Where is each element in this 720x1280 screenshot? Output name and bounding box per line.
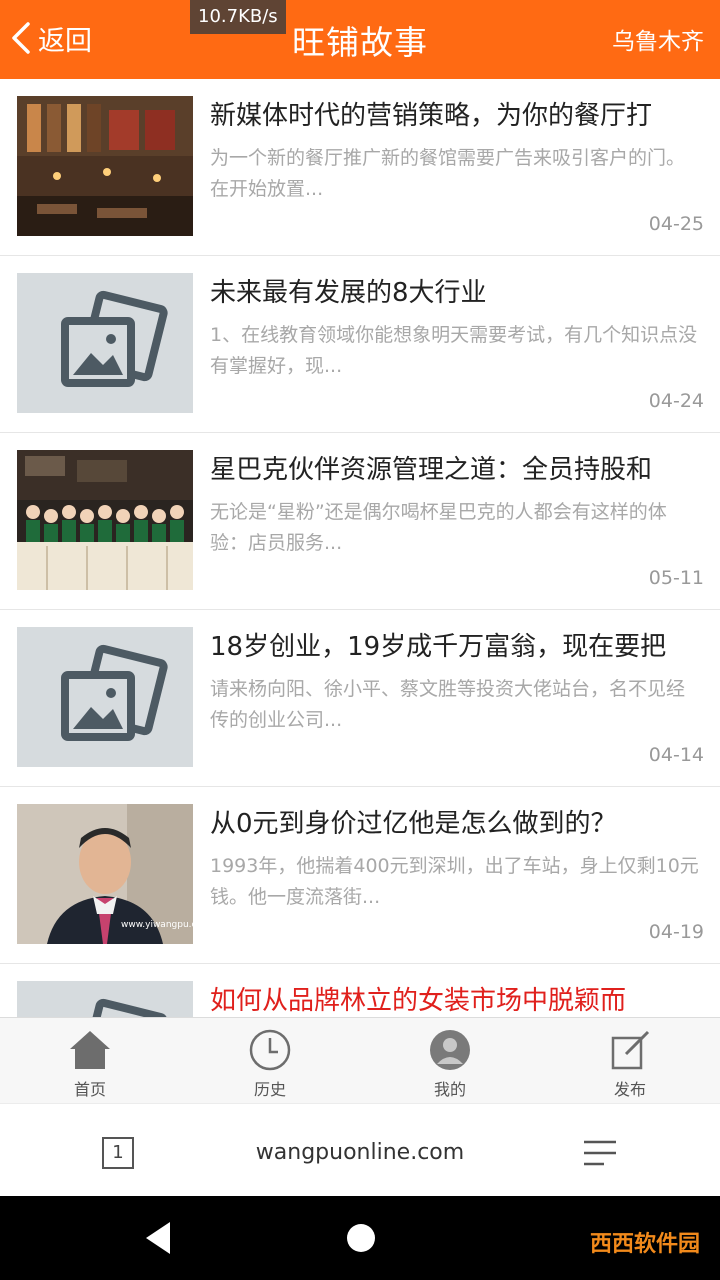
image-caption: www.yiwangpu.com	[121, 920, 193, 930]
clock-icon	[249, 1029, 291, 1071]
article-title: 星巴克伙伴资源管理之道：全员持股和	[210, 455, 653, 485]
tab-label: 历史	[253, 1080, 286, 1099]
edit-icon	[611, 1030, 650, 1070]
tab-label: 首页	[73, 1080, 106, 1099]
article-list: 新媒体时代的营销策略，为你的餐厅打 为一个新的餐厅推广新的餐馆需要广告来吸引客户…	[0, 79, 720, 1017]
tab-publish[interactable]: 发布	[540, 1018, 720, 1104]
system-nav-bar: 西西软件园	[0, 1196, 720, 1280]
restaurant-thumbnail	[17, 96, 193, 236]
tab-home[interactable]: 首页	[0, 1018, 180, 1104]
list-item[interactable]: 18岁创业，19岁成千万富翁，现在要把 请来杨向阳、徐小平、蔡文胜等投资大佬站台…	[0, 610, 720, 787]
article-summary: 为一个新的餐厅推广新的餐馆需要广告来吸引客户的门。在开始放置...	[210, 147, 686, 200]
tab-mine[interactable]: 我的	[360, 1018, 540, 1104]
bottom-tab-bar: 首页 历史 我的 发布	[0, 1017, 720, 1104]
list-item[interactable]: 新媒体时代的营销策略，为你的餐厅打 为一个新的餐厅推广新的餐馆需要广告来吸引客户…	[0, 79, 720, 256]
article-date: 04-14	[648, 744, 704, 766]
article-title: 如何从品牌林立的女装市场中脱颖而	[210, 986, 627, 1016]
placeholder-image-icon	[17, 273, 193, 413]
article-summary: 1993年，他揣着400元到深圳，出了车站，身上仅剩10元钱。他一度流落街...	[210, 855, 699, 908]
network-speed-indicator: 10.7KB/s	[190, 0, 286, 34]
article-title: 新媒体时代的营销策略，为你的餐厅打	[210, 101, 653, 131]
user-icon	[430, 1030, 470, 1070]
nav-home-icon[interactable]	[343, 1218, 379, 1258]
watermark-logo: 西西软件园	[589, 1232, 700, 1257]
city-selector[interactable]: 乌鲁木齐	[612, 22, 704, 56]
article-summary: 1、在线教育领域你能想象明天需要考试，有几个知识点没有掌握好，现...	[210, 324, 698, 377]
article-title: 未来最有发展的8大行业	[210, 278, 487, 308]
tab-label: 我的	[433, 1080, 466, 1099]
starbucks-staff-thumbnail	[17, 450, 193, 590]
article-title: 从0元到身价过亿他是怎么做到的？	[210, 809, 617, 839]
article-summary: 请来杨向阳、徐小平、蔡文胜等投资大佬站台，名不见经传的创业公司...	[210, 678, 686, 731]
menu-icon[interactable]	[580, 1138, 620, 1168]
article-summary: 无论是“星粉”还是偶尔喝杯星巴克的人都会有这样的体验：店员服务...	[210, 501, 667, 554]
article-date: 05-11	[648, 567, 704, 589]
article-date: 04-19	[648, 921, 704, 943]
article-date: 04-25	[648, 213, 704, 235]
browser-toolbar: 1 wangpuonline.com	[0, 1103, 720, 1197]
list-item[interactable]: 星巴克伙伴资源管理之道：全员持股和 无论是“星粉”还是偶尔喝杯星巴克的人都会有这…	[0, 433, 720, 610]
list-item[interactable]: www.yiwangpu.com 从0元到身价过亿他是怎么做到的？ 1993年，…	[0, 787, 720, 964]
businessman-thumbnail: www.yiwangpu.com	[17, 804, 193, 944]
placeholder-image-icon	[17, 981, 193, 1017]
home-icon	[70, 1031, 110, 1069]
nav-back-icon[interactable]	[140, 1218, 176, 1258]
list-item[interactable]: 如何从品牌林立的女装市场中脱颖而	[0, 964, 720, 1017]
article-date: 04-24	[648, 390, 704, 412]
app-header: 返回 旺铺故事 10.7KB/s 乌鲁木齐	[0, 0, 720, 79]
tab-label: 发布	[613, 1080, 646, 1099]
placeholder-image-icon	[17, 627, 193, 767]
article-title: 18岁创业，19岁成千万富翁，现在要把	[210, 632, 667, 662]
list-item[interactable]: 未来最有发展的8大行业 1、在线教育领域你能想象明天需要考试，有几个知识点没有掌…	[0, 256, 720, 433]
tab-history[interactable]: 历史	[180, 1018, 360, 1104]
